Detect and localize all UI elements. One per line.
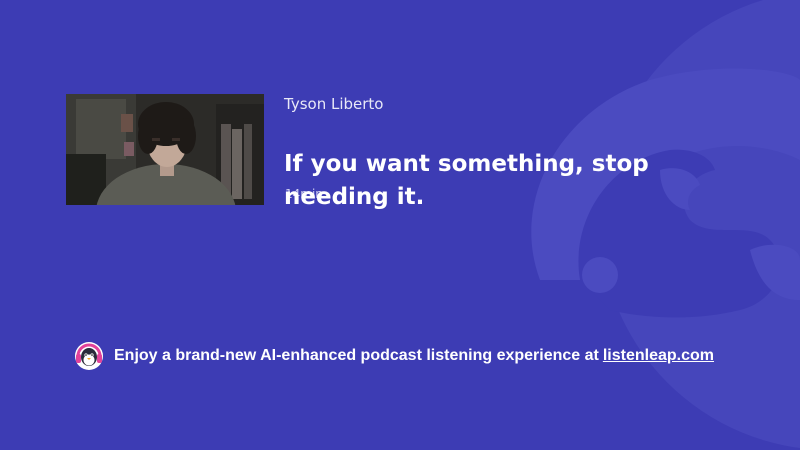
person-photo bbox=[66, 94, 264, 205]
episode-thumbnail[interactable] bbox=[66, 94, 264, 205]
promo-text: Enjoy a brand-new AI-enhanced podcast li… bbox=[114, 347, 599, 364]
listenleap-link[interactable]: listenleap.com bbox=[603, 347, 714, 365]
episode-title: If you want something, stop needing it. bbox=[284, 151, 649, 210]
promo-banner: Enjoy a brand-new AI-enhanced podcast li… bbox=[74, 341, 714, 371]
author-name: Tyson Liberto bbox=[284, 95, 384, 113]
penguin-headphones-icon bbox=[75, 342, 103, 370]
watermark-logo bbox=[500, 0, 800, 450]
